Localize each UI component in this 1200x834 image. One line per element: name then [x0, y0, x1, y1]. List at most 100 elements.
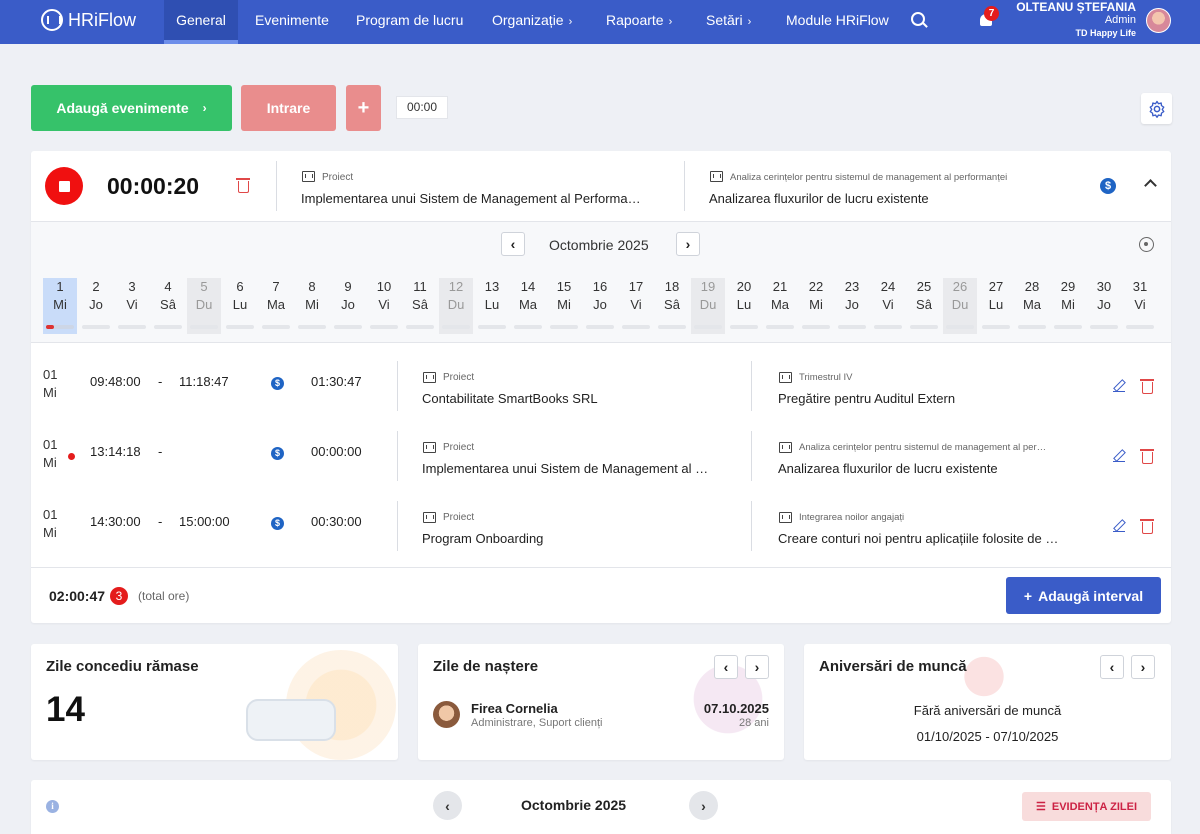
time-display[interactable]: 00:00 — [396, 96, 448, 119]
add-interval-label: Adaugă interval — [1038, 587, 1144, 604]
day-cell[interactable]: 22 Mi — [799, 278, 833, 334]
day-progress-bar — [838, 325, 866, 329]
trash-icon[interactable] — [1140, 519, 1154, 534]
day-cell[interactable]: 25 Sâ — [907, 278, 941, 334]
entry-project[interactable]: Contabilitate SmartBooks SRL — [422, 391, 598, 406]
day-cell[interactable]: 6 Lu — [223, 278, 257, 334]
next-month-button[interactable]: › — [676, 232, 700, 256]
day-cell[interactable]: 24 Vi — [871, 278, 905, 334]
add-interval-button[interactable]: + Adaugă interval — [1006, 577, 1161, 614]
day-cell[interactable]: 14 Ma — [511, 278, 545, 334]
nav-organizatie[interactable]: Organizație › — [492, 0, 572, 44]
nav-rapoarte[interactable]: Rapoarte › — [606, 0, 672, 44]
day-cell[interactable]: 29 Mi — [1051, 278, 1085, 334]
edit-icon[interactable] — [1113, 519, 1125, 533]
day-cell[interactable]: 19 Du — [691, 278, 725, 334]
day-cell[interactable]: 15 Mi — [547, 278, 581, 334]
day-cell[interactable]: 26 Du — [943, 278, 977, 334]
edit-icon[interactable] — [1113, 449, 1125, 463]
building-icon — [302, 171, 315, 182]
crosshair-icon[interactable] — [1139, 237, 1154, 252]
search-icon[interactable] — [911, 12, 925, 26]
birthdays-prev-button[interactable]: ‹ — [714, 655, 738, 679]
info-icon[interactable]: i — [46, 800, 59, 813]
avatar[interactable] — [1146, 8, 1171, 33]
entry-end[interactable]: 11:18:47 — [179, 374, 229, 389]
day-cell[interactable]: 5 Du — [187, 278, 221, 334]
entry-start[interactable]: 13:14:18 — [90, 444, 141, 459]
nav-evenimente[interactable]: Evenimente — [255, 0, 329, 44]
settings-button[interactable] — [1141, 93, 1172, 124]
entry-start[interactable]: 14:30:00 — [90, 514, 141, 529]
day-cell[interactable]: 30 Jo — [1087, 278, 1121, 334]
add-events-button[interactable]: Adaugă evenimente › — [31, 85, 232, 131]
intrare-button[interactable]: Intrare — [241, 85, 336, 131]
trash-icon[interactable] — [1140, 379, 1154, 394]
nav-setari[interactable]: Setări › — [706, 0, 751, 44]
billable-icon[interactable]: $ — [1100, 178, 1116, 194]
project-name[interactable]: Implementarea unui Sistem de Management … — [301, 191, 641, 206]
time-entry-row: 01 Mi 09:48:00 - 11:18:47 $01:30:47 Proiect Con… — [31, 361, 1171, 421]
logo[interactable]: HRiFlow — [41, 9, 136, 31]
nav-module-hriflow[interactable]: Module HRiFlow — [786, 0, 889, 44]
day-weekday: Mi — [809, 297, 823, 312]
day-cell[interactable]: 23 Jo — [835, 278, 869, 334]
notification-badge: 7 — [984, 6, 999, 21]
chevron-up-icon[interactable] — [1144, 179, 1157, 192]
day-weekday: Ma — [1022, 297, 1042, 312]
day-cell[interactable]: 9 Jo — [331, 278, 365, 334]
day-cell[interactable]: 8 Mi — [295, 278, 329, 334]
entry-task[interactable]: Analizarea fluxurilor de lucru existente — [778, 461, 998, 476]
day-progress-bar — [442, 325, 470, 329]
billable-icon[interactable]: $ — [271, 377, 284, 390]
day-cell[interactable]: 28 Ma — [1015, 278, 1049, 334]
entry-task[interactable]: Pregătire pentru Auditul Extern — [778, 391, 955, 406]
entry-end[interactable]: 15:00:00 — [179, 514, 230, 529]
leave-widget: Zile concediu rămase 14 — [31, 644, 398, 760]
plus-button[interactable]: + — [346, 85, 381, 131]
day-cell[interactable]: 3 Vi — [115, 278, 149, 334]
anniversaries-next-button[interactable]: › — [1131, 655, 1155, 679]
day-cell[interactable]: 16 Jo — [583, 278, 617, 334]
day-cell[interactable]: 31 Vi — [1123, 278, 1157, 334]
entry-project[interactable]: Program Onboarding — [422, 531, 543, 546]
birthdays-next-button[interactable]: › — [745, 655, 769, 679]
entry-project[interactable]: Implementarea unui Sistem de Management … — [422, 461, 708, 476]
day-weekday: Sâ — [916, 297, 932, 312]
edit-icon[interactable] — [1113, 379, 1125, 393]
billable-icon[interactable]: $ — [271, 517, 284, 530]
day-cell[interactable]: 20 Lu — [727, 278, 761, 334]
day-number: 12 — [448, 279, 464, 294]
next-month-button[interactable]: › — [689, 791, 718, 820]
day-cell[interactable]: 27 Lu — [979, 278, 1013, 334]
day-number: 17 — [628, 279, 644, 294]
day-cell[interactable]: 11 Sâ — [403, 278, 437, 334]
nav-program-de-lucru[interactable]: Program de lucru — [356, 0, 463, 44]
task-name[interactable]: Analizarea fluxurilor de lucru existente — [709, 191, 929, 206]
day-cell[interactable]: 17 Vi — [619, 278, 653, 334]
day-cell[interactable]: 2 Jo — [79, 278, 113, 334]
stop-button[interactable] — [45, 167, 83, 205]
billable-icon[interactable]: $ — [271, 447, 284, 460]
entry-task[interactable]: Creare conturi noi pentru aplicațiile fo… — [778, 531, 1058, 546]
user-info[interactable]: OLTEANU ȘTEFANIA Admin TD Happy Life — [1016, 0, 1136, 40]
day-cell[interactable]: 12 Du — [439, 278, 473, 334]
trash-icon[interactable] — [236, 178, 250, 193]
prev-month-button[interactable]: ‹ — [433, 791, 462, 820]
day-cell[interactable]: 1 Mi — [43, 278, 77, 334]
day-cell[interactable]: 13 Lu — [475, 278, 509, 334]
trash-icon[interactable] — [1140, 449, 1154, 464]
nav-general[interactable]: General — [164, 0, 238, 44]
day-cell[interactable]: 4 Sâ — [151, 278, 185, 334]
day-cell[interactable]: 7 Ma — [259, 278, 293, 334]
day-evidence-button[interactable]: ☰ EVIDENȚA ZILEI — [1022, 792, 1151, 821]
anniversaries-prev-button[interactable]: ‹ — [1100, 655, 1124, 679]
day-progress-bar — [1054, 325, 1082, 329]
entry-task-group: Integrarea noilor angajați — [799, 512, 905, 523]
day-progress-bar — [1126, 325, 1154, 329]
day-cell[interactable]: 18 Sâ — [655, 278, 689, 334]
day-cell[interactable]: 10 Vi — [367, 278, 401, 334]
entry-start[interactable]: 09:48:00 — [90, 374, 141, 389]
prev-month-button[interactable]: ‹ — [501, 232, 525, 256]
day-cell[interactable]: 21 Ma — [763, 278, 797, 334]
